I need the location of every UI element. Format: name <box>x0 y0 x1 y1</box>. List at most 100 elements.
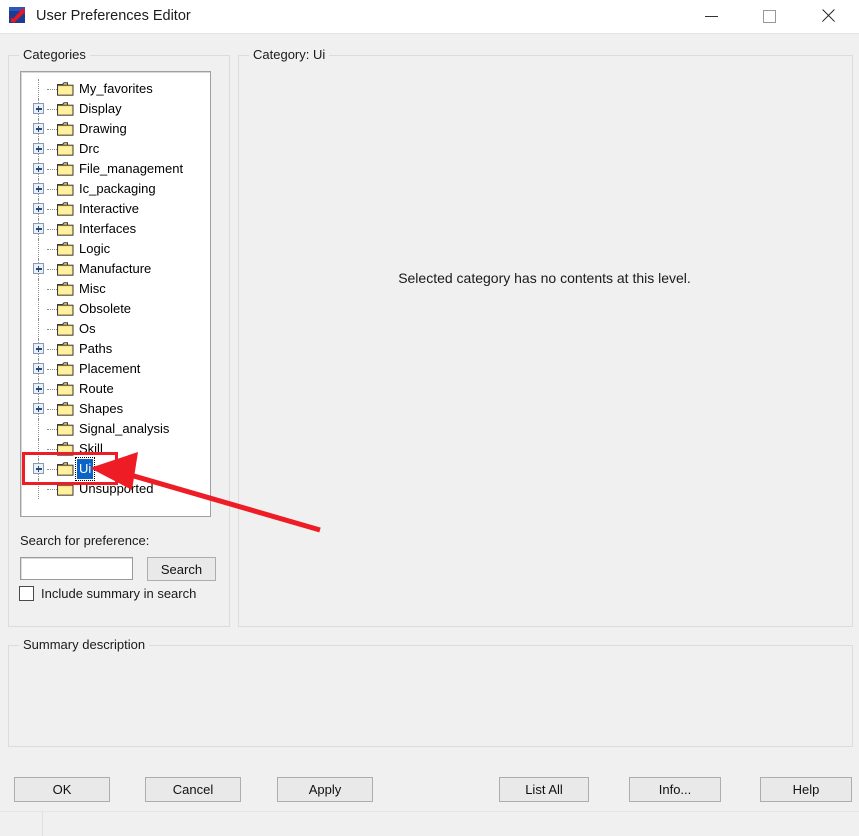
tree-item-skill[interactable]: Skill <box>21 439 210 459</box>
folder-icon <box>57 182 74 196</box>
folder-icon <box>57 162 74 176</box>
tree-item-route[interactable]: Route <box>21 379 210 399</box>
tree-connector-line <box>47 89 57 91</box>
maximize-icon <box>762 9 776 23</box>
tree-connector-line <box>47 149 57 151</box>
tree-connector-line <box>47 109 57 111</box>
tree-item-unsupported[interactable]: Unsupported <box>21 479 210 499</box>
expand-plus-icon[interactable] <box>33 123 44 134</box>
minimize-icon <box>704 15 718 17</box>
cadence-app-icon <box>9 7 25 23</box>
expand-plus-icon[interactable] <box>33 203 44 214</box>
tree-connector-line <box>47 129 57 131</box>
tree-item-interfaces[interactable]: Interfaces <box>21 219 210 239</box>
folder-icon <box>57 302 74 316</box>
folder-icon <box>57 122 74 136</box>
tree-item-my_favorites[interactable]: My_favorites <box>21 79 210 99</box>
tree-item-label: Signal_analysis <box>79 421 170 436</box>
apply-button[interactable]: Apply <box>277 777 373 802</box>
tree-item-paths[interactable]: Paths <box>21 339 210 359</box>
tree-trunk-line <box>38 439 40 459</box>
expand-plus-icon[interactable] <box>33 163 44 174</box>
folder-icon <box>57 422 74 436</box>
tree-item-label: Route <box>79 381 114 396</box>
tree-trunk-line <box>38 479 40 499</box>
tree-item-ui[interactable]: Ui <box>21 457 210 481</box>
include-summary-checkbox[interactable] <box>19 586 34 601</box>
tree-item-signal_analysis[interactable]: Signal_analysis <box>21 419 210 439</box>
tree-item-label: Logic <box>79 241 111 256</box>
tree-item-misc[interactable]: Misc <box>21 279 210 299</box>
search-input[interactable] <box>20 557 133 580</box>
expand-plus-icon[interactable] <box>33 143 44 154</box>
expand-plus-icon[interactable] <box>33 383 44 394</box>
tree-item-label: Ui <box>74 457 96 481</box>
expand-plus-icon[interactable] <box>33 363 44 374</box>
folder-icon <box>57 402 74 416</box>
maximize-button[interactable] <box>746 0 792 32</box>
tree-connector-line <box>47 229 57 231</box>
folder-icon <box>57 222 74 236</box>
tree-item-label: Drc <box>79 141 100 156</box>
expand-plus-icon[interactable] <box>33 263 44 274</box>
expand-plus-icon[interactable] <box>33 183 44 194</box>
expand-plus-icon[interactable] <box>33 103 44 114</box>
expand-plus-icon[interactable] <box>33 403 44 414</box>
tree-item-label: Interfaces <box>79 221 137 236</box>
expand-plus-icon[interactable] <box>33 343 44 354</box>
tree-connector-line <box>47 369 57 371</box>
bottom-status-strip <box>0 811 859 836</box>
close-button[interactable] <box>805 0 851 32</box>
help-button[interactable]: Help <box>760 777 852 802</box>
tree-item-label: Misc <box>79 281 106 296</box>
tree-item-label: Obsolete <box>79 301 132 316</box>
tree-item-label: Interactive <box>79 201 139 216</box>
expand-plus-icon[interactable] <box>33 463 44 474</box>
summary-description-group: Summary description <box>8 637 853 747</box>
tree-item-logic[interactable]: Logic <box>21 239 210 259</box>
tree-item-file_management[interactable]: File_management <box>21 159 210 179</box>
include-summary-checkbox-row[interactable]: Include summary in search <box>19 586 196 601</box>
window-title: User Preferences Editor <box>36 8 191 24</box>
category-tree-listbox[interactable]: My_favorites Display Drawing Drc File_manage… <box>20 71 211 517</box>
minimize-button[interactable] <box>688 0 734 32</box>
folder-icon <box>57 142 74 156</box>
tree-item-drc[interactable]: Drc <box>21 139 210 159</box>
tree-connector-line <box>47 429 57 431</box>
tree-item-drawing[interactable]: Drawing <box>21 119 210 139</box>
tree-item-display[interactable]: Display <box>21 99 210 119</box>
tree-item-label: Placement <box>79 361 141 376</box>
ok-button[interactable]: OK <box>14 777 110 802</box>
tree-trunk-line <box>38 419 40 439</box>
list-all-button[interactable]: List All <box>499 777 589 802</box>
expand-plus-icon[interactable] <box>33 223 44 234</box>
folder-icon <box>57 462 74 476</box>
cancel-button[interactable]: Cancel <box>145 777 241 802</box>
search-button[interactable]: Search <box>147 557 216 581</box>
tree-item-label: Skill <box>79 441 103 456</box>
tree-item-manufacture[interactable]: Manufacture <box>21 259 210 279</box>
tree-connector-line <box>47 349 57 351</box>
tree-item-placement[interactable]: Placement <box>21 359 210 379</box>
info-button[interactable]: Info... <box>629 777 721 802</box>
title-bar: User Preferences Editor <box>0 0 859 34</box>
folder-icon <box>57 82 74 96</box>
summary-legend: Summary description <box>19 637 150 652</box>
tree-connector-line <box>47 309 57 311</box>
tree-connector-line <box>47 269 57 271</box>
empty-category-message: Selected category has no contents at thi… <box>398 270 691 286</box>
folder-icon <box>57 102 74 116</box>
folder-icon <box>57 282 74 296</box>
tree-item-shapes[interactable]: Shapes <box>21 399 210 419</box>
tree-item-obsolete[interactable]: Obsolete <box>21 299 210 319</box>
bottom-divider <box>42 812 43 836</box>
tree-connector-line <box>47 329 57 331</box>
folder-icon <box>57 442 74 456</box>
tree-item-label: Display <box>79 101 122 116</box>
folder-icon <box>57 262 74 276</box>
tree-item-os[interactable]: Os <box>21 319 210 339</box>
tree-item-interactive[interactable]: Interactive <box>21 199 210 219</box>
tree-item-label: Ic_packaging <box>79 181 156 196</box>
tree-item-ic_packaging[interactable]: Ic_packaging <box>21 179 210 199</box>
tree-connector-line <box>47 409 57 411</box>
